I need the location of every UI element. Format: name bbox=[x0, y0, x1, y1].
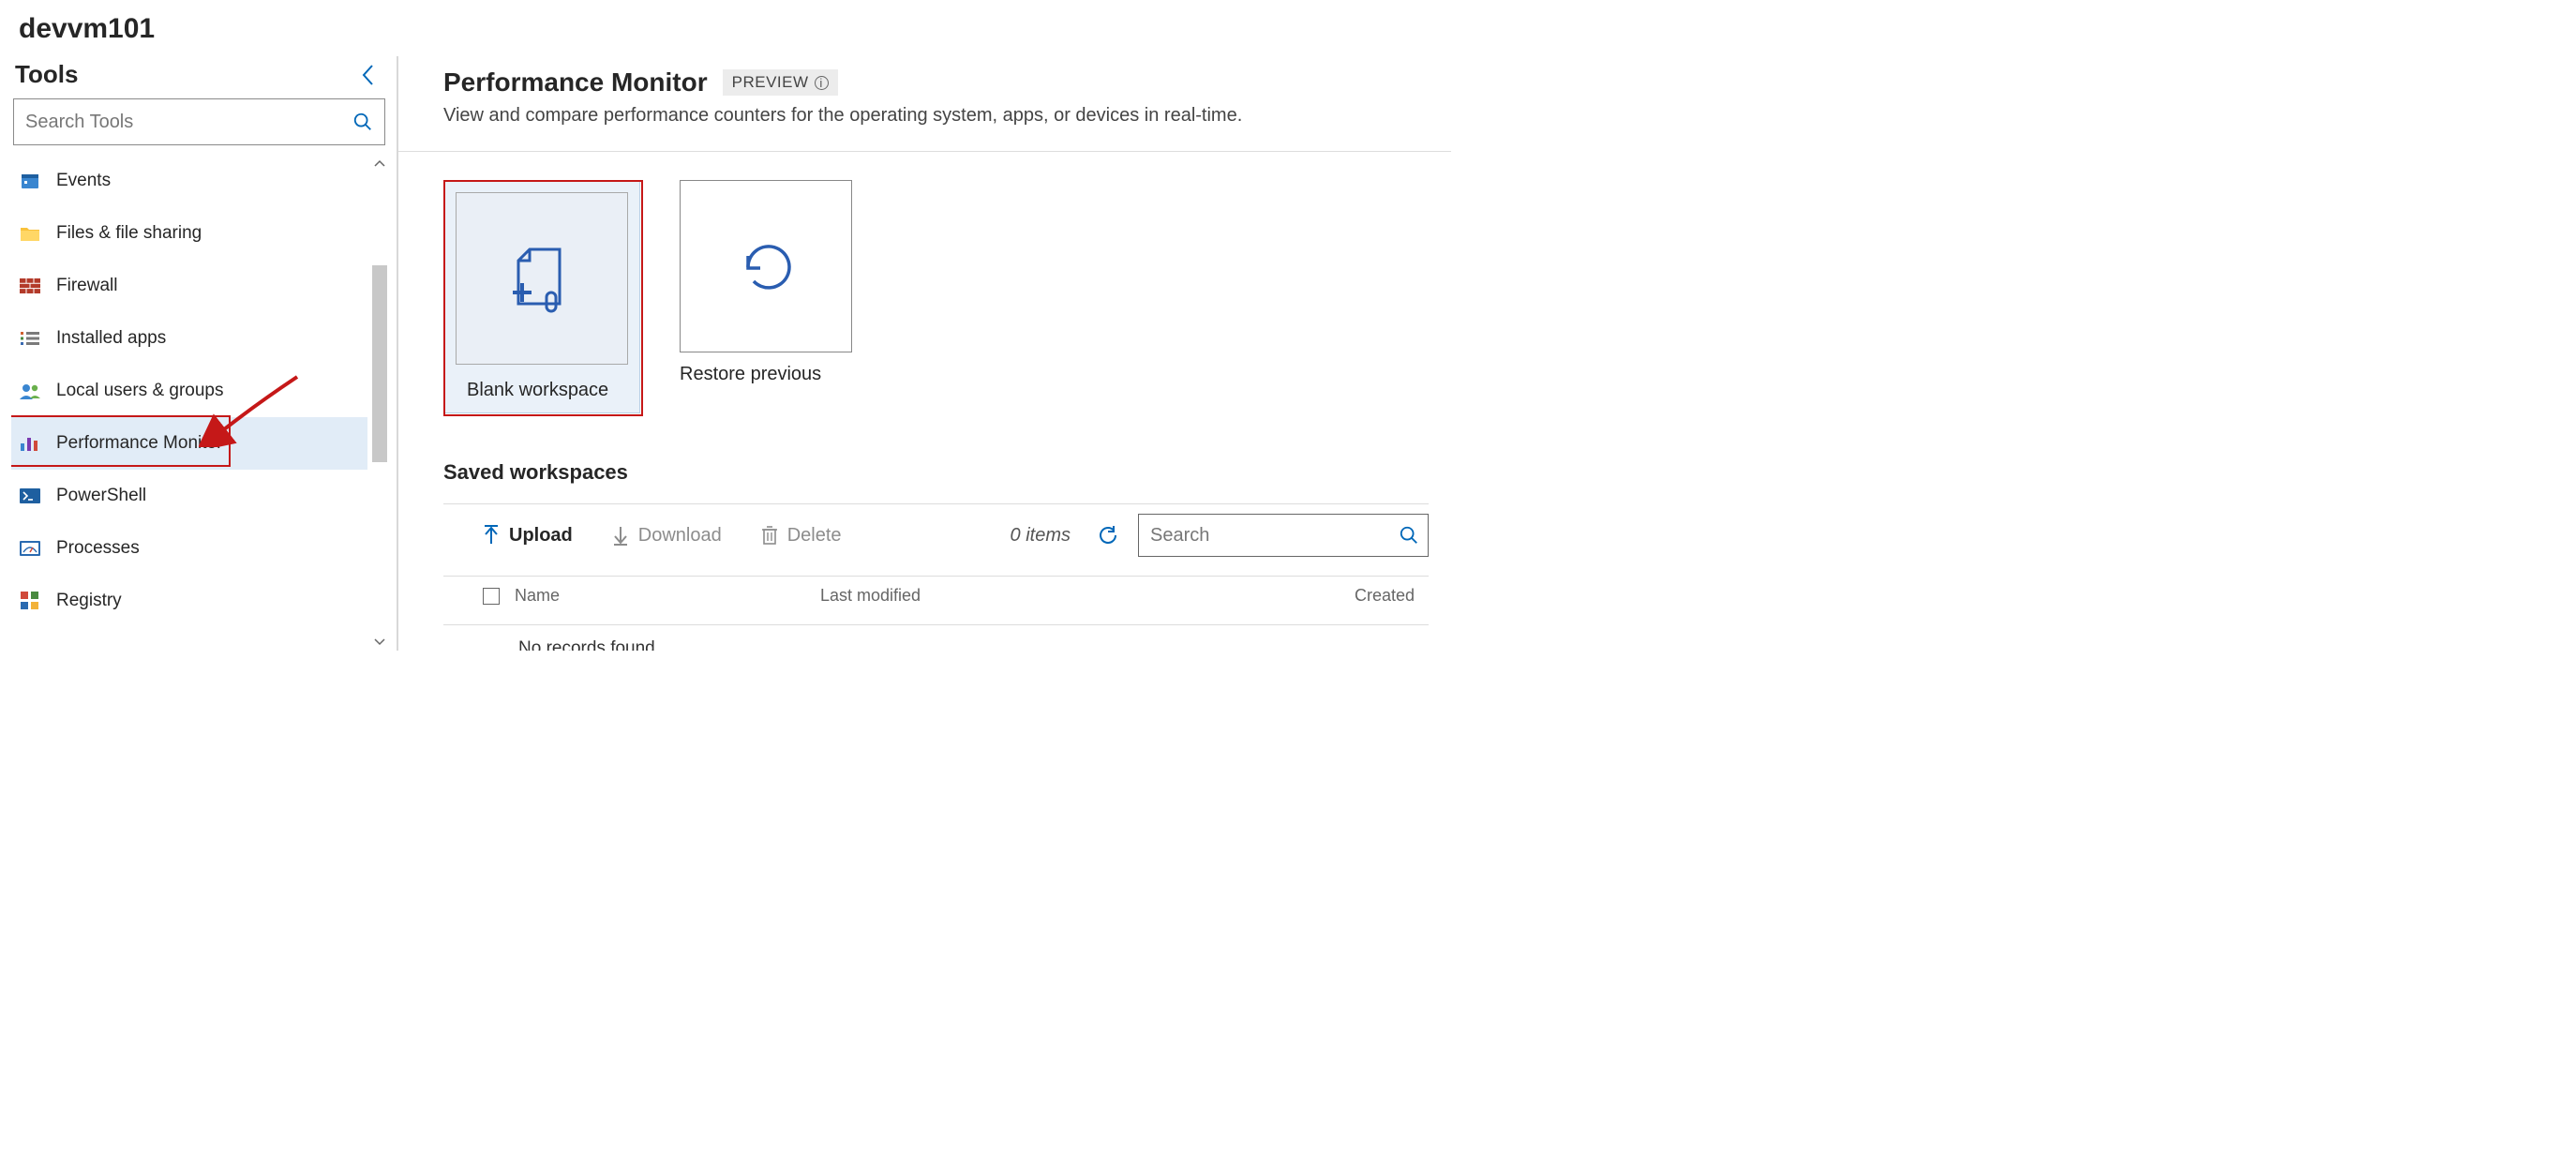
tools-search-input[interactable] bbox=[25, 112, 352, 133]
column-name[interactable]: Name bbox=[515, 586, 560, 606]
upload-icon bbox=[483, 525, 500, 546]
chevron-left-icon bbox=[361, 64, 374, 86]
download-icon bbox=[612, 525, 629, 546]
grid-icon bbox=[17, 588, 43, 614]
sidebar-item-label: Files & file sharing bbox=[56, 223, 202, 244]
workspaces-toolbar: Upload Download Delete 0 items bbox=[443, 504, 1429, 568]
main-title: Performance Monitor bbox=[443, 67, 708, 97]
column-last-modified[interactable]: Last modified bbox=[820, 586, 1148, 606]
sidebar-item-powershell[interactable]: PowerShell bbox=[11, 470, 367, 522]
sidebar-item-label: Local users & groups bbox=[56, 381, 224, 401]
sidebar-item-registry[interactable]: Registry bbox=[11, 575, 367, 627]
sidebar-item-processes[interactable]: Processes bbox=[11, 522, 367, 575]
sidebar-item-installed-apps[interactable]: Installed apps bbox=[11, 312, 367, 365]
workspaces-search-box[interactable] bbox=[1138, 514, 1429, 557]
tools-search-box[interactable] bbox=[13, 98, 385, 145]
users-icon bbox=[17, 378, 43, 404]
saved-workspaces-heading: Saved workspaces bbox=[443, 460, 1429, 485]
sidebar-item-label: Registry bbox=[56, 591, 122, 611]
sidebar-item-label: Performance Monitor bbox=[56, 433, 222, 454]
card-blank-workspace[interactable]: Blank workspace bbox=[443, 180, 640, 413]
sidebar-item-label: PowerShell bbox=[56, 486, 146, 506]
sidebar-item-label: Events bbox=[56, 171, 111, 191]
search-icon bbox=[1399, 525, 1419, 546]
table-empty-message: No records found bbox=[443, 625, 1429, 651]
item-count: 0 items bbox=[1011, 525, 1071, 547]
column-created[interactable]: Created bbox=[1148, 586, 1429, 606]
refresh-button[interactable] bbox=[1097, 524, 1119, 547]
refresh-icon bbox=[1097, 524, 1119, 547]
divider bbox=[398, 151, 1451, 152]
sidebar-item-firewall[interactable]: Firewall bbox=[11, 260, 367, 312]
sidebar-heading: Tools bbox=[15, 60, 78, 89]
folder-icon bbox=[17, 220, 43, 247]
collapse-sidebar-button[interactable] bbox=[355, 63, 380, 87]
calendar-icon bbox=[17, 168, 43, 194]
table-header: Name Last modified Created bbox=[443, 577, 1429, 617]
new-document-icon bbox=[503, 240, 580, 317]
scroll-up-icon[interactable] bbox=[374, 155, 385, 172]
sidebar-item-label: Installed apps bbox=[56, 328, 166, 349]
firewall-icon bbox=[17, 273, 43, 299]
sidebar: Tools Events bbox=[0, 56, 398, 651]
trash-icon bbox=[761, 525, 778, 546]
card-label: Restore previous bbox=[680, 364, 876, 385]
page-title: devvm101 bbox=[0, 0, 1451, 56]
download-button[interactable]: Download bbox=[612, 525, 722, 547]
sidebar-item-performance-monitor[interactable]: Performance Monitor bbox=[11, 417, 367, 470]
preview-badge: PREVIEW i bbox=[723, 69, 838, 96]
sidebar-item-label: Processes bbox=[56, 538, 140, 559]
gauge-icon bbox=[17, 535, 43, 562]
card-restore-previous[interactable]: Restore previous bbox=[680, 180, 876, 413]
card-label: Blank workspace bbox=[456, 380, 628, 401]
sidebar-item-events[interactable]: Events bbox=[11, 155, 367, 207]
main-subtitle: View and compare performance counters fo… bbox=[443, 105, 1429, 127]
scroll-down-icon[interactable] bbox=[374, 634, 385, 651]
list-icon bbox=[17, 325, 43, 352]
delete-button[interactable]: Delete bbox=[761, 525, 842, 547]
main-content: Performance Monitor PREVIEW i View and c… bbox=[398, 56, 1451, 651]
tools-list: Events Files & file sharing Firewall bbox=[11, 155, 367, 627]
workspaces-search-input[interactable] bbox=[1150, 525, 1399, 547]
scrollbar-thumb[interactable] bbox=[372, 265, 387, 462]
restore-icon bbox=[729, 230, 802, 303]
select-all-checkbox[interactable] bbox=[483, 588, 500, 605]
sidebar-item-label: Firewall bbox=[56, 276, 117, 296]
upload-button[interactable]: Upload bbox=[483, 525, 573, 547]
sidebar-item-local-users[interactable]: Local users & groups bbox=[11, 365, 367, 417]
sidebar-item-files[interactable]: Files & file sharing bbox=[11, 207, 367, 260]
terminal-icon bbox=[17, 483, 43, 509]
tools-scrollbar[interactable] bbox=[370, 155, 389, 651]
search-icon bbox=[352, 112, 373, 132]
chart-icon bbox=[17, 430, 43, 457]
info-icon[interactable]: i bbox=[815, 76, 829, 90]
